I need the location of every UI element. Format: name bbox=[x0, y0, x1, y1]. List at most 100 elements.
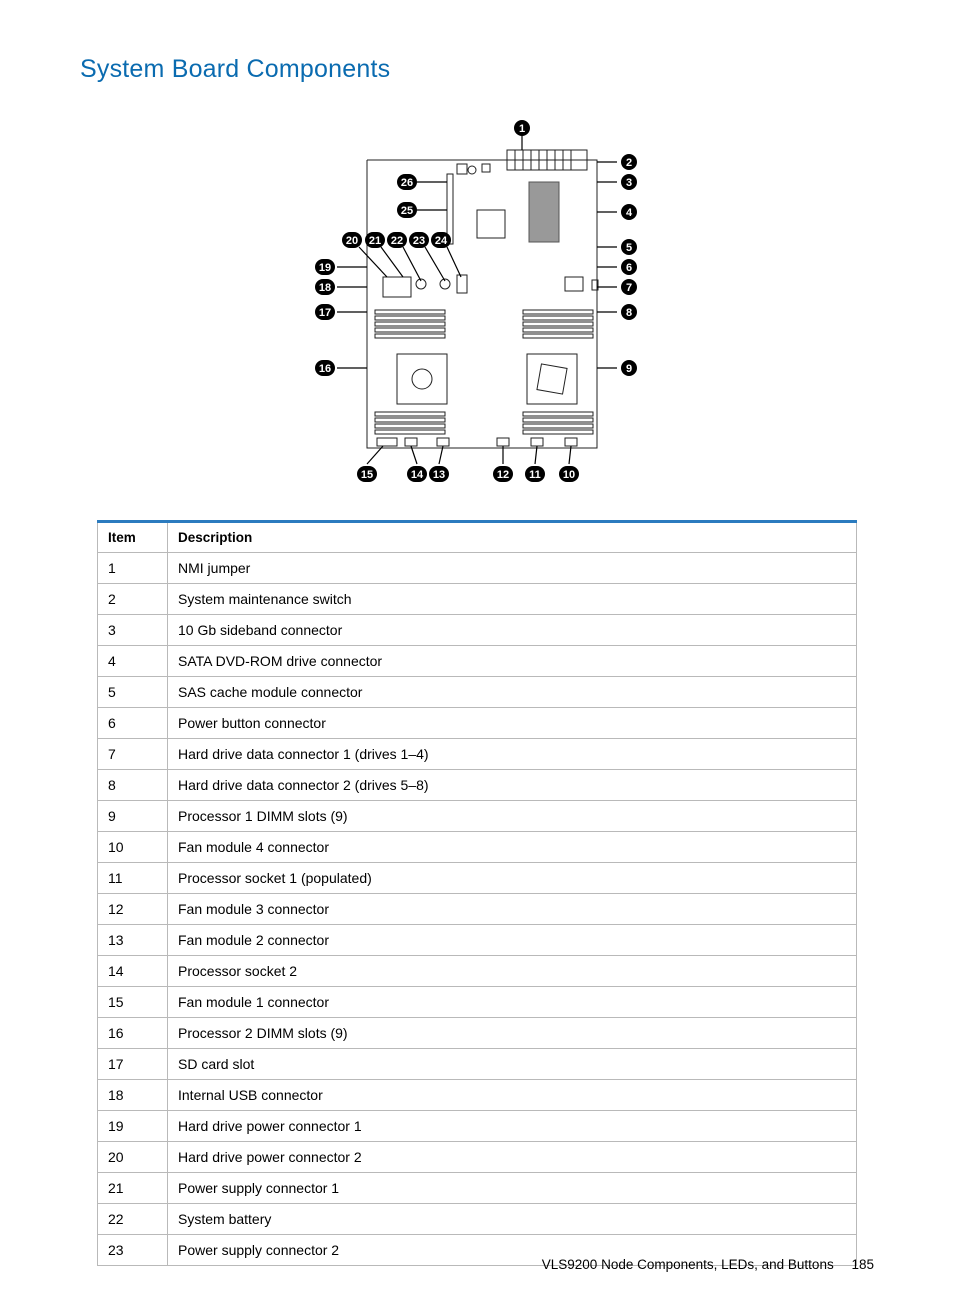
callout-number: 26 bbox=[401, 177, 413, 189]
callout-number: 25 bbox=[401, 205, 413, 217]
cell-item: 3 bbox=[98, 615, 168, 646]
table-row: 19Hard drive power connector 1 bbox=[98, 1111, 857, 1142]
cell-item: 1 bbox=[98, 553, 168, 584]
callout-number: 22 bbox=[391, 235, 403, 247]
footer-page-number: 185 bbox=[851, 1257, 874, 1272]
footer-section-title: VLS9200 Node Components, LEDs, and Butto… bbox=[542, 1257, 834, 1272]
cell-item: 14 bbox=[98, 956, 168, 987]
cell-item: 19 bbox=[98, 1111, 168, 1142]
col-header-item: Item bbox=[98, 522, 168, 553]
cell-item: 23 bbox=[98, 1235, 168, 1266]
table-row: 7Hard drive data connector 1 (drives 1–4… bbox=[98, 739, 857, 770]
table-row: 2System maintenance switch bbox=[98, 584, 857, 615]
document-page: System Board Components bbox=[0, 0, 954, 1306]
callout-number: 9 bbox=[626, 363, 632, 375]
callout-number: 5 bbox=[626, 242, 632, 254]
cell-description: Fan module 4 connector bbox=[168, 832, 857, 863]
callout-number: 24 bbox=[435, 235, 448, 247]
table-row: 1NMI jumper bbox=[98, 553, 857, 584]
table-row: 14Processor socket 2 bbox=[98, 956, 857, 987]
table-row: 10Fan module 4 connector bbox=[98, 832, 857, 863]
table-row: 17SD card slot bbox=[98, 1049, 857, 1080]
table-row: 11Processor socket 1 (populated) bbox=[98, 863, 857, 894]
cell-item: 20 bbox=[98, 1142, 168, 1173]
cell-item: 18 bbox=[98, 1080, 168, 1111]
cell-item: 13 bbox=[98, 925, 168, 956]
components-table: Item Description 1NMI jumper2System main… bbox=[97, 520, 857, 1266]
cell-description: System maintenance switch bbox=[168, 584, 857, 615]
cell-item: 16 bbox=[98, 1018, 168, 1049]
cell-description: System battery bbox=[168, 1204, 857, 1235]
callout-number: 8 bbox=[626, 307, 632, 319]
cell-item: 21 bbox=[98, 1173, 168, 1204]
cell-item: 2 bbox=[98, 584, 168, 615]
cell-item: 6 bbox=[98, 708, 168, 739]
cell-description: Processor socket 2 bbox=[168, 956, 857, 987]
table-row: 13Fan module 2 connector bbox=[98, 925, 857, 956]
callout-number: 18 bbox=[319, 282, 331, 294]
cell-description: Power button connector bbox=[168, 708, 857, 739]
col-header-desc: Description bbox=[168, 522, 857, 553]
cell-description: Internal USB connector bbox=[168, 1080, 857, 1111]
cell-description: NMI jumper bbox=[168, 553, 857, 584]
callout-number: 23 bbox=[413, 235, 425, 247]
cell-item: 12 bbox=[98, 894, 168, 925]
cell-item: 7 bbox=[98, 739, 168, 770]
callout-number: 16 bbox=[319, 363, 331, 375]
callout-number: 21 bbox=[369, 235, 381, 247]
table-row: 5SAS cache module connector bbox=[98, 677, 857, 708]
cell-description: Processor socket 1 (populated) bbox=[168, 863, 857, 894]
cell-item: 4 bbox=[98, 646, 168, 677]
cell-item: 9 bbox=[98, 801, 168, 832]
table-row: 18Internal USB connector bbox=[98, 1080, 857, 1111]
table-row: 12Fan module 3 connector bbox=[98, 894, 857, 925]
callout-number: 6 bbox=[626, 262, 632, 274]
callout-number: 11 bbox=[529, 469, 541, 481]
table-row: 16Processor 2 DIMM slots (9) bbox=[98, 1018, 857, 1049]
cell-description: SD card slot bbox=[168, 1049, 857, 1080]
callout-number: 15 bbox=[361, 469, 373, 481]
table-row: 8Hard drive data connector 2 (drives 5–8… bbox=[98, 770, 857, 801]
table-row: 4SATA DVD-ROM drive connector bbox=[98, 646, 857, 677]
table-row: 20Hard drive power connector 2 bbox=[98, 1142, 857, 1173]
callout-number: 2 bbox=[626, 157, 632, 169]
callout-number: 10 bbox=[563, 469, 575, 481]
cell-item: 10 bbox=[98, 832, 168, 863]
table-row: 9Processor 1 DIMM slots (9) bbox=[98, 801, 857, 832]
cell-description: Hard drive power connector 2 bbox=[168, 1142, 857, 1173]
page-footer: VLS9200 Node Components, LEDs, and Butto… bbox=[542, 1257, 874, 1272]
callout-number: 3 bbox=[626, 177, 632, 189]
cell-item: 22 bbox=[98, 1204, 168, 1235]
cell-description: SAS cache module connector bbox=[168, 677, 857, 708]
callout-number: 4 bbox=[626, 207, 633, 219]
callout-number: 17 bbox=[319, 307, 331, 319]
cell-item: 17 bbox=[98, 1049, 168, 1080]
table-row: 22System battery bbox=[98, 1204, 857, 1235]
cell-item: 5 bbox=[98, 677, 168, 708]
cell-description: Hard drive data connector 1 (drives 1–4) bbox=[168, 739, 857, 770]
table-row: 6Power button connector bbox=[98, 708, 857, 739]
cell-description: SATA DVD-ROM drive connector bbox=[168, 646, 857, 677]
callout-number: 7 bbox=[626, 282, 632, 294]
cell-item: 11 bbox=[98, 863, 168, 894]
cell-description: Power supply connector 1 bbox=[168, 1173, 857, 1204]
callout-number: 12 bbox=[497, 469, 509, 481]
callout-number: 13 bbox=[433, 469, 445, 481]
callout-number: 20 bbox=[346, 235, 358, 247]
callout-number: 14 bbox=[411, 469, 424, 481]
cell-description: Fan module 1 connector bbox=[168, 987, 857, 1018]
callout-number: 1 bbox=[519, 123, 525, 135]
cell-description: Hard drive power connector 1 bbox=[168, 1111, 857, 1142]
table-row: 310 Gb sideband connector bbox=[98, 615, 857, 646]
cell-description: Hard drive data connector 2 (drives 5–8) bbox=[168, 770, 857, 801]
section-heading: System Board Components bbox=[80, 55, 874, 84]
table-row: 21Power supply connector 1 bbox=[98, 1173, 857, 1204]
cell-item: 8 bbox=[98, 770, 168, 801]
cell-description: Fan module 2 connector bbox=[168, 925, 857, 956]
cell-description: Processor 1 DIMM slots (9) bbox=[168, 801, 857, 832]
cell-description: 10 Gb sideband connector bbox=[168, 615, 857, 646]
table-row: 15Fan module 1 connector bbox=[98, 987, 857, 1018]
table-header-row: Item Description bbox=[98, 522, 857, 553]
cell-description: Fan module 3 connector bbox=[168, 894, 857, 925]
cell-item: 15 bbox=[98, 987, 168, 1018]
